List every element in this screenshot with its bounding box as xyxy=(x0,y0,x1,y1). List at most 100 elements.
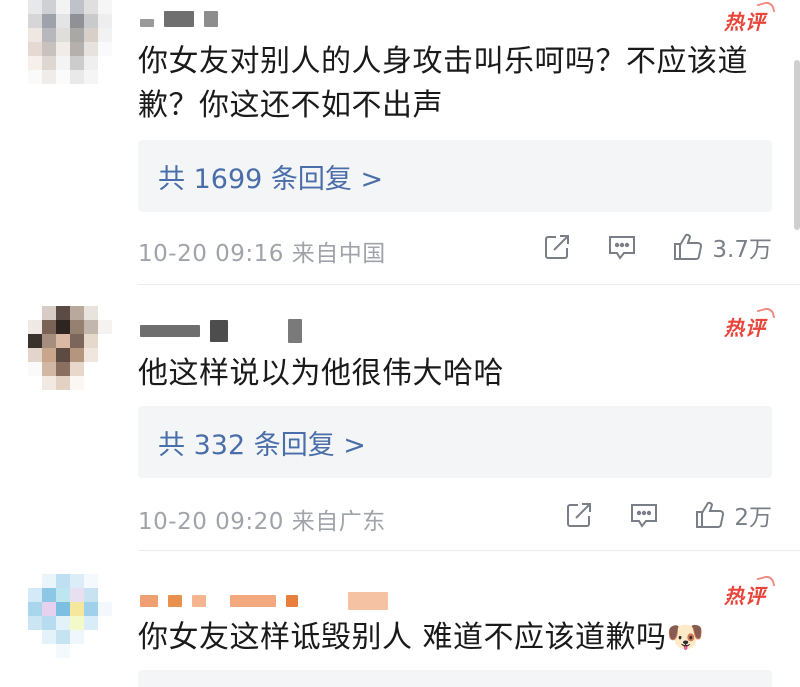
username[interactable] xyxy=(140,318,302,344)
avatar-pixel xyxy=(56,644,70,658)
avatar-pixel xyxy=(70,14,84,28)
comment-button[interactable] xyxy=(628,500,660,530)
avatar-pixel xyxy=(84,616,98,630)
avatar-pixel xyxy=(28,306,42,320)
username-pixel xyxy=(140,325,200,337)
comment-actions: 3.7万 xyxy=(542,230,772,264)
avatar-pixel xyxy=(84,362,98,376)
username-pixel xyxy=(238,323,278,339)
like-count: 3.7万 xyxy=(712,237,772,263)
avatar-pixel xyxy=(98,376,112,390)
avatar-pixel xyxy=(42,28,56,42)
avatar-pixel xyxy=(98,320,112,334)
avatar-pixel xyxy=(70,574,84,588)
avatar-pixel xyxy=(84,334,98,348)
avatar-pixel xyxy=(42,588,56,602)
avatar-pixel xyxy=(56,320,70,334)
avatar-pixel xyxy=(42,42,56,56)
view-replies-link[interactable]: 共 1699 条回复 > xyxy=(158,157,383,196)
avatar-pixel xyxy=(28,362,42,376)
avatar-pixel xyxy=(28,56,42,70)
avatar-pixel xyxy=(28,574,42,588)
avatar-pixel xyxy=(28,348,42,362)
avatar-pixel xyxy=(98,0,112,14)
avatar-pixel xyxy=(98,70,112,84)
like-count: 2万 xyxy=(734,505,772,531)
username-pixel xyxy=(348,592,388,610)
avatar-pixel xyxy=(28,644,42,658)
view-replies-link[interactable]: 共 332 条回复 > xyxy=(158,423,366,462)
comment-actions: 2万 xyxy=(564,498,772,532)
avatar-pixel xyxy=(70,588,84,602)
comment-divider xyxy=(138,284,800,285)
username-pixel xyxy=(230,595,276,607)
hot-comment-badge: 热评 xyxy=(724,580,766,609)
reply-summary-box[interactable] xyxy=(138,670,772,687)
username-pixel xyxy=(164,11,194,27)
share-button[interactable] xyxy=(564,500,594,530)
avatar-pixel xyxy=(56,602,70,616)
avatar-pixel xyxy=(56,362,70,376)
avatar-pixel xyxy=(28,0,42,14)
reply-summary-box[interactable]: 共 1699 条回复 > xyxy=(138,140,772,212)
share-icon xyxy=(567,503,592,527)
avatar-pixel xyxy=(98,42,112,56)
avatar-pixel xyxy=(98,588,112,602)
avatar-pixel xyxy=(42,56,56,70)
avatar-pixel xyxy=(98,56,112,70)
avatar-pixel xyxy=(56,376,70,390)
comment-button[interactable] xyxy=(606,232,638,262)
avatar[interactable] xyxy=(28,306,112,390)
username-pixel xyxy=(210,320,228,342)
avatar-pixel xyxy=(70,376,84,390)
avatar-pixel xyxy=(28,42,42,56)
like-button[interactable]: 3.7万 xyxy=(672,230,772,264)
avatar-pixel xyxy=(98,28,112,42)
avatar-pixel xyxy=(56,56,70,70)
reply-summary-box[interactable]: 共 332 条回复 > xyxy=(138,406,772,478)
avatar-pixel xyxy=(70,616,84,630)
comment-icon xyxy=(609,236,636,260)
avatar-pixel xyxy=(28,602,42,616)
avatar-pixel xyxy=(56,70,70,84)
avatar-pixel xyxy=(28,334,42,348)
avatar-pixel xyxy=(70,602,84,616)
avatar-pixel xyxy=(42,0,56,14)
avatar-pixel xyxy=(84,56,98,70)
avatar-pixel xyxy=(42,602,56,616)
avatar-pixel xyxy=(56,306,70,320)
avatar-pixel xyxy=(84,588,98,602)
avatar-pixel xyxy=(28,320,42,334)
avatar-pixel xyxy=(98,616,112,630)
avatar[interactable] xyxy=(28,574,112,658)
avatar-pixel xyxy=(56,42,70,56)
comment-text: 他这样说以为他很伟大哈哈 xyxy=(138,356,504,391)
comment-meta: 10-20 09:20 来自广东 xyxy=(138,509,386,535)
avatar-pixel xyxy=(84,28,98,42)
username[interactable] xyxy=(140,588,388,614)
like-button[interactable]: 2万 xyxy=(694,498,772,532)
avatar-pixel xyxy=(84,14,98,28)
avatar-pixel xyxy=(98,602,112,616)
share-button[interactable] xyxy=(542,232,572,262)
avatar-pixel xyxy=(56,574,70,588)
username-pixel xyxy=(140,595,158,607)
scrollbar[interactable] xyxy=(794,60,800,230)
share-icon xyxy=(545,235,570,259)
avatar-pixel xyxy=(42,70,56,84)
avatar-pixel xyxy=(98,574,112,588)
avatar-pixel xyxy=(98,362,112,376)
avatar-pixel xyxy=(98,306,112,320)
avatar-pixel xyxy=(42,362,56,376)
avatar-pixel xyxy=(70,42,84,56)
username-pixel xyxy=(286,595,298,607)
avatar-pixel xyxy=(84,376,98,390)
avatar-pixel xyxy=(98,334,112,348)
avatar[interactable] xyxy=(28,0,112,84)
username[interactable] xyxy=(140,6,218,32)
avatar-pixel xyxy=(42,348,56,362)
username-pixel xyxy=(204,11,218,27)
avatar-pixel xyxy=(56,0,70,14)
username-pixel xyxy=(140,19,154,27)
avatar-pixel xyxy=(42,616,56,630)
